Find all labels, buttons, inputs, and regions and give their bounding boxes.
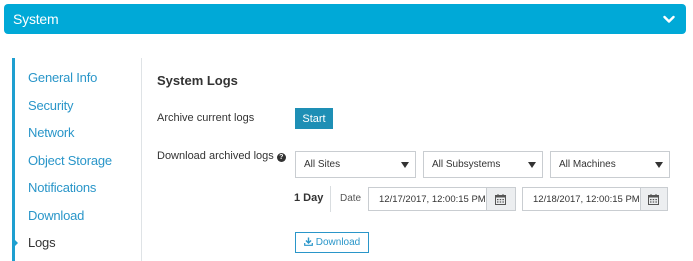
end-date-value[interactable]: 12/18/2017, 12:00:15 PM <box>523 188 640 210</box>
end-date-field[interactable]: 12/18/2017, 12:00:15 PM <box>522 187 668 211</box>
subsystems-select[interactable]: All Subsystems <box>423 151 543 178</box>
subsystems-select-value: All Subsystems <box>432 159 501 170</box>
start-date-field[interactable]: 12/17/2017, 12:00:15 PM <box>368 187 516 211</box>
sidebar-item-download[interactable]: Download <box>28 208 84 223</box>
sidebar-item-notifications[interactable]: Notifications <box>28 180 96 195</box>
sites-select[interactable]: All Sites <box>295 151 416 178</box>
start-date-value[interactable]: 12/17/2017, 12:00:15 PM <box>369 188 486 210</box>
system-logs-content: System Logs Archive current logs Start D… <box>157 0 687 261</box>
start-archive-button[interactable]: Start <box>295 108 333 129</box>
download-button-label: Download <box>315 237 361 248</box>
settings-sidebar: General Info Security Network Object Sto… <box>12 58 142 261</box>
sites-select-value: All Sites <box>304 159 341 170</box>
calendar-icon[interactable] <box>639 188 667 210</box>
download-archived-label: Download archived logs? <box>157 150 286 162</box>
machines-select-value: All Machines <box>559 159 616 170</box>
machines-select[interactable]: All Machines <box>550 151 670 178</box>
download-icon <box>303 237 313 249</box>
help-icon[interactable]: ? <box>276 153 286 162</box>
download-archived-label-text: Download archived logs <box>157 150 274 162</box>
archive-logs-label: Archive current logs <box>157 112 255 124</box>
divider <box>330 186 331 212</box>
dropdown-caret-icon <box>528 161 536 168</box>
panel-title: System <box>13 11 59 27</box>
dropdown-caret-icon <box>401 161 409 168</box>
date-label: Date <box>340 193 362 204</box>
sidebar-item-object-storage[interactable]: Object Storage <box>28 153 112 168</box>
active-indicator-icon <box>14 239 18 247</box>
section-title: System Logs <box>157 73 238 88</box>
download-button[interactable]: Download <box>295 232 369 253</box>
dropdown-caret-icon <box>655 161 663 168</box>
sidebar-item-security[interactable]: Security <box>28 98 74 113</box>
sidebar-item-logs[interactable]: Logs <box>28 235 56 250</box>
sidebar-rail <box>12 58 15 261</box>
sidebar-item-network[interactable]: Network <box>28 125 74 140</box>
calendar-icon[interactable] <box>485 188 515 210</box>
range-option-1-day[interactable]: 1 Day <box>294 192 323 204</box>
sidebar-item-general-info[interactable]: General Info <box>28 70 97 85</box>
